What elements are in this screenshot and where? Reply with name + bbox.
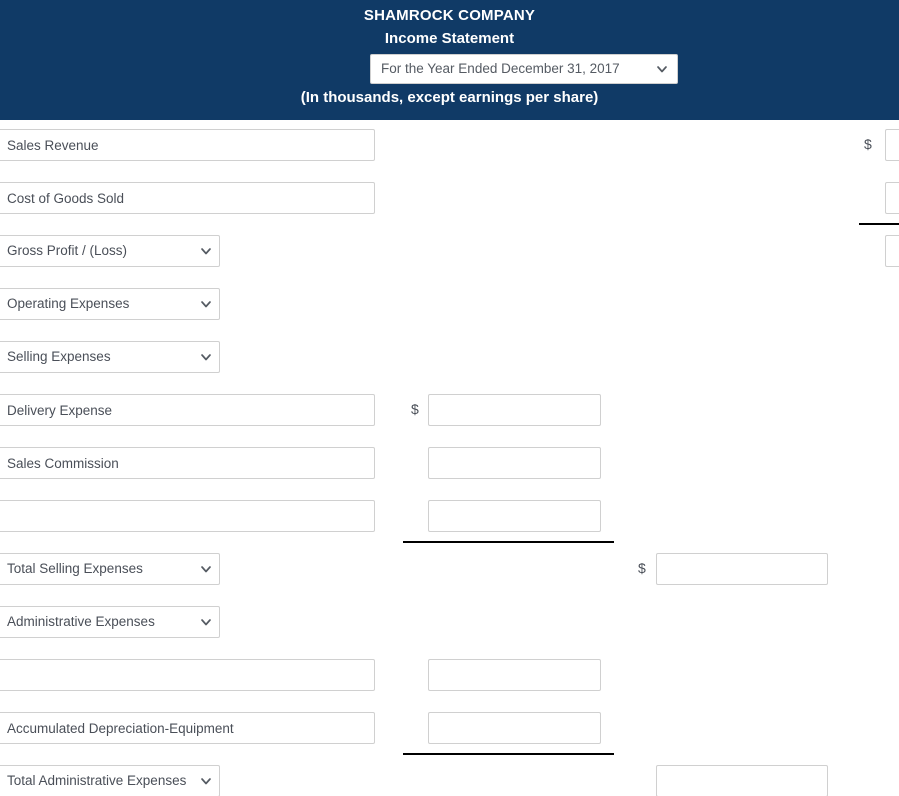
amount-input-admin-blank[interactable] — [428, 659, 601, 691]
amount-input-total-selling-expenses[interactable] — [656, 553, 828, 585]
amount-input-sales-revenue[interactable] — [885, 129, 899, 161]
account-input-accumulated-depreciation-equipment[interactable] — [0, 712, 375, 744]
statement-row — [0, 447, 899, 500]
statement-row — [0, 500, 899, 553]
account-input-sales-revenue[interactable] — [0, 129, 375, 161]
statement-row: Operating ExpensesOther Revenues and Gai… — [0, 288, 899, 341]
account-input-delivery-expense[interactable] — [0, 394, 375, 426]
statement-row: Gross Profit / (Loss)Net Income / (Loss)… — [0, 235, 899, 288]
income-statement-page: SHAMROCK COMPANY Income Statement For th… — [0, 0, 899, 796]
company-name: SHAMROCK COMPANY — [363, 7, 536, 24]
account-input-sales-commission[interactable] — [0, 447, 375, 479]
amount-input-total-administrative-expenses[interactable] — [656, 765, 828, 796]
units-note: (In thousands, except earnings per share… — [300, 89, 599, 106]
account-select-gross-profit-loss[interactable]: Gross Profit / (Loss)Net Income / (Loss)… — [0, 235, 220, 267]
statement-row: Total Selling ExpensesTotal Administrati… — [0, 553, 899, 606]
account-select-total-administrative-expenses[interactable]: Total Administrative ExpensesTotal Selli… — [0, 765, 220, 796]
statement-title: Income Statement — [384, 30, 515, 47]
dollar-sign-icon: $ — [411, 401, 419, 417]
account-select-operating-expenses[interactable]: Operating ExpensesOther Revenues and Gai… — [0, 288, 220, 320]
amount-input-delivery-expense[interactable] — [428, 394, 601, 426]
amount-input-gross-profit-loss[interactable] — [885, 235, 899, 267]
account-input-selling-blank[interactable] — [0, 500, 375, 532]
subtotal-rule — [859, 223, 899, 225]
amount-input-selling-blank[interactable] — [428, 500, 601, 532]
amount-input-cost-of-goods-sold[interactable] — [885, 182, 899, 214]
statement-row: Selling ExpensesAdministrative Expenses — [0, 341, 899, 394]
account-select-selling-expenses[interactable]: Selling ExpensesAdministrative Expenses — [0, 341, 220, 373]
statement-row: $ — [0, 129, 899, 182]
amount-input-sales-commission[interactable] — [428, 447, 601, 479]
amount-input-accumulated-depreciation-equipment[interactable] — [428, 712, 601, 744]
account-input-admin-blank[interactable] — [0, 659, 375, 691]
account-input-cost-of-goods-sold[interactable] — [0, 182, 375, 214]
account-select-total-selling-expenses[interactable]: Total Selling ExpensesTotal Administrati… — [0, 553, 220, 585]
statement-row — [0, 659, 899, 712]
statement-row — [0, 182, 899, 235]
statement-row: Administrative ExpensesSelling Expenses — [0, 606, 899, 659]
statement-row: $ — [0, 394, 899, 447]
dollar-sign-icon: $ — [864, 136, 872, 152]
statement-row — [0, 712, 899, 765]
subtotal-rule — [403, 541, 614, 543]
subtotal-rule — [403, 753, 614, 755]
statement-header-banner: SHAMROCK COMPANY Income Statement For th… — [0, 0, 899, 120]
statement-row: Total Administrative ExpensesTotal Selli… — [0, 765, 899, 796]
account-select-administrative-expenses[interactable]: Administrative ExpensesSelling Expenses — [0, 606, 220, 638]
period-select[interactable]: For the Year Ended December 31, 2017For … — [370, 54, 678, 84]
dollar-sign-icon: $ — [638, 560, 646, 576]
